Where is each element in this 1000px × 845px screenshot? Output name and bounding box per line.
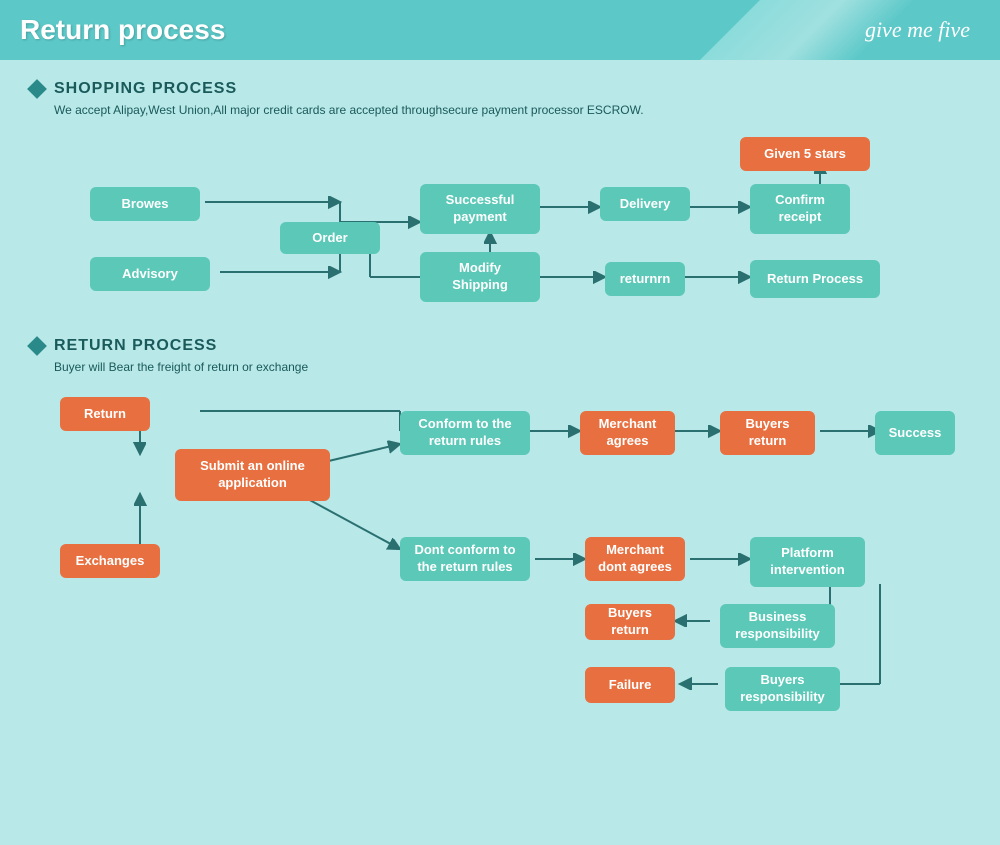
- return-diamond-icon: [27, 336, 47, 356]
- dont-conform-box: Dont conform to the return rules: [400, 537, 530, 581]
- successful-payment-box: Successful payment: [420, 184, 540, 234]
- conform-box: Conform to the return rules: [400, 411, 530, 455]
- order-box: Order: [280, 222, 380, 254]
- delivery-box: Delivery: [600, 187, 690, 221]
- brand-text: give me five: [865, 17, 970, 43]
- page-title: Return process: [20, 14, 225, 46]
- buyers-return-top-box: Buyers return: [720, 411, 815, 455]
- shopping-title: SHOPPING PROCESS: [54, 80, 237, 98]
- modify-shipping-box: Modify Shipping: [420, 252, 540, 302]
- platform-box: Platform intervention: [750, 537, 865, 587]
- success-box: Success: [875, 411, 955, 455]
- merchant-dont-box: Merchant dont agrees: [585, 537, 685, 581]
- return-box: Return: [60, 397, 150, 431]
- business-resp-box: Business responsibility: [720, 604, 835, 648]
- given-5-stars-box: Given 5 stars: [740, 137, 870, 171]
- advisory-box: Advisory: [90, 257, 210, 291]
- merchant-agrees-box: Merchant agrees: [580, 411, 675, 455]
- shopping-flow: Browes Order Advisory Successful payment…: [30, 132, 970, 332]
- header: Return process give me five: [0, 0, 1000, 60]
- submit-online-box: Submit an online application: [175, 449, 330, 501]
- exchanges-box: Exchanges: [60, 544, 160, 578]
- returnrn-box: returnrn: [605, 262, 685, 296]
- main-content: SHOPPING PROCESS We accept Alipay,West U…: [0, 60, 1000, 719]
- confirm-receipt-box: Confirm receipt: [750, 184, 850, 234]
- shopping-desc: We accept Alipay,West Union,All major cr…: [54, 103, 970, 117]
- return-desc: Buyer will Bear the freight of return or…: [54, 360, 970, 374]
- return-title: RETURN PROCESS: [54, 337, 217, 355]
- return-flow: Return Submit an online application Exch…: [30, 389, 970, 699]
- shopping-diamond-icon: [27, 79, 47, 99]
- browes-box: Browes: [90, 187, 200, 221]
- buyers-return-bot-box: Buyers return: [585, 604, 675, 640]
- return-process-box: Return Process: [750, 260, 880, 298]
- shopping-section-header: SHOPPING PROCESS: [30, 80, 970, 98]
- return-section-header: RETURN PROCESS: [30, 337, 970, 355]
- failure-box: Failure: [585, 667, 675, 703]
- buyers-resp-box: Buyers responsibility: [725, 667, 840, 711]
